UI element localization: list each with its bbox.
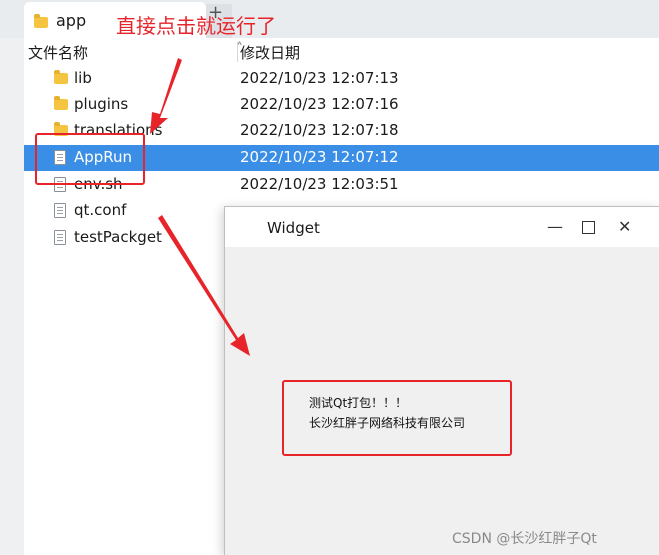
- list-item[interactable]: plugins 2022/10/23 12:07:16: [24, 92, 659, 118]
- annotation-text: 直接点击就运行了: [116, 14, 276, 38]
- file-name: testPackget: [74, 228, 162, 246]
- maximize-button[interactable]: [582, 221, 595, 234]
- file-name: lib: [74, 69, 92, 87]
- close-button[interactable]: ✕: [618, 217, 631, 236]
- column-header: 文件名称 ˄ 修改日期: [24, 38, 659, 66]
- folder-icon: [54, 70, 68, 84]
- minimize-button[interactable]: —: [547, 217, 563, 236]
- file-name: plugins: [74, 95, 129, 113]
- file-icon: [54, 230, 66, 245]
- widget-titlebar[interactable]: Widget — ✕: [225, 207, 659, 247]
- left-panel-strip: [0, 0, 24, 555]
- highlight-box-apprun: [35, 133, 145, 185]
- explorer-titlebar: app +: [0, 0, 659, 38]
- file-date: 2022/10/23 12:07:13: [240, 69, 399, 87]
- file-icon: [54, 203, 66, 218]
- list-item[interactable]: lib 2022/10/23 12:07:13: [24, 66, 659, 92]
- watermark: CSDN @长沙红胖子Qt: [452, 531, 597, 547]
- file-name: qt.conf: [74, 201, 127, 219]
- folder-icon: [54, 96, 68, 110]
- file-date: 2022/10/23 12:07:16: [240, 95, 399, 113]
- column-header-name[interactable]: 文件名称: [28, 42, 88, 63]
- tab-label: app: [56, 10, 87, 30]
- file-date: 2022/10/23 12:07:18: [240, 121, 399, 139]
- column-separator[interactable]: [237, 42, 238, 62]
- file-date: 2022/10/23 12:03:51: [240, 175, 399, 193]
- file-date: 2022/10/23 12:07:12: [240, 148, 399, 166]
- highlight-box-label: [282, 380, 512, 456]
- column-header-modified[interactable]: 修改日期: [240, 42, 300, 63]
- window-title: Widget: [267, 219, 320, 237]
- folder-icon: [34, 13, 48, 28]
